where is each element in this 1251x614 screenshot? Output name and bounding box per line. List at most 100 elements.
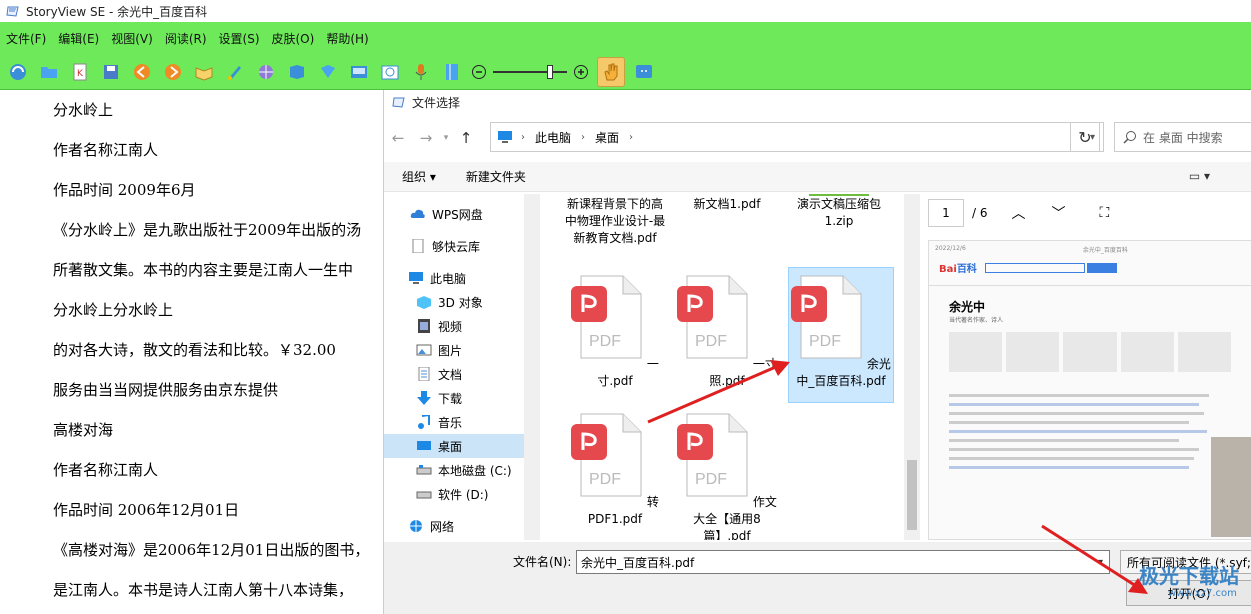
nav-scrollbar[interactable]: [524, 194, 540, 540]
preview-pane: 1 / 6 ︿ ﹀ ⛶ 2022/12/6 余光中_百度百科 Bai百科 余光中 …: [922, 194, 1251, 540]
menu-edit[interactable]: 编辑(E): [58, 30, 99, 47]
pdf-file-icon: PDF: [677, 413, 748, 497]
computer-icon: [409, 272, 423, 284]
fullscreen-icon[interactable]: [347, 60, 371, 84]
doc-line: 高楼对海: [53, 421, 114, 439]
pdf-file-icon: PDF: [571, 275, 642, 359]
menu-file[interactable]: 文件(F): [6, 30, 46, 47]
document-text-area[interactable]: 分水岭上 作者名称江南人 作品时间 2009年6月 《分水岭上》是九歌出版社于2…: [0, 90, 383, 614]
back-arrow-icon[interactable]: ←: [384, 129, 412, 147]
menu-help[interactable]: 帮助(H): [326, 30, 368, 47]
doc-line: 的对各大诗，散文的看法和比较。￥32.00: [53, 341, 336, 359]
file-item-selected[interactable]: PDF 余光中_百度百科.pdf: [788, 267, 894, 403]
preview-doc-header: 余光中_百度百科: [1082, 247, 1128, 254]
refresh-icon[interactable]: ↻: [1070, 122, 1100, 152]
prev-page-icon[interactable]: ︿: [1012, 203, 1026, 223]
preview-doc-date: 2022/12/6: [935, 245, 966, 252]
zoom-out-icon[interactable]: [471, 64, 487, 80]
file-item[interactable]: PDF 转PDF1.pdf: [562, 406, 668, 528]
doc-line: 分水岭上分水岭上: [53, 301, 174, 319]
nav-item-drive-c[interactable]: 本地磁盘 (C:): [384, 458, 524, 482]
menu-bar: 文件(F) 编辑(E) 视图(V) 阅读(R) 设置(S) 皮肤(O) 帮助(H…: [0, 22, 1251, 54]
fit-page-icon[interactable]: ⛶: [1100, 205, 1110, 221]
recent-dropdown-icon[interactable]: ▾: [440, 133, 452, 143]
nav-item-wps-cloud[interactable]: WPS网盘: [384, 202, 524, 226]
column-icon[interactable]: [440, 60, 464, 84]
nav-item-this-pc[interactable]: 此电脑: [384, 266, 524, 290]
svg-text:PDF: PDF: [695, 471, 727, 488]
file-list-scrollbar[interactable]: [904, 194, 920, 540]
nav-item-3d-objects[interactable]: 3D 对象: [384, 290, 524, 314]
address-row: ← → ▾ ↑ › 此电脑 › 桌面 › ▾ ↻ 在 桌面 中搜索: [384, 122, 1251, 154]
nav-item-desktop[interactable]: 桌面: [384, 434, 524, 458]
svg-text:PDF: PDF: [589, 333, 621, 350]
file-dialog: 文件选择 ← → ▾ ↑ › 此电脑 › 桌面 › ▾ ↻ 在 桌面 中搜索 组…: [383, 90, 1251, 614]
file-item-top[interactable]: 新课程背景下的高中物理作业设计-最新教育文档.pdf: [562, 196, 668, 247]
zoom-slider[interactable]: [493, 64, 567, 79]
nav-item-videos[interactable]: 视频: [384, 314, 524, 338]
file-item[interactable]: PDF 作文大全【通用8篇】.pdf: [674, 406, 780, 540]
bookmark-add-icon[interactable]: [285, 60, 309, 84]
bookmarks-icon[interactable]: [316, 60, 340, 84]
recycle-icon[interactable]: [6, 60, 30, 84]
globe-icon[interactable]: [254, 60, 278, 84]
zoom-in-icon[interactable]: [573, 64, 589, 80]
title-bar: StoryView SE - 余光中_百度百科: [0, 0, 1251, 22]
book-icon[interactable]: [192, 60, 216, 84]
nav-item-documents[interactable]: 文档: [384, 362, 524, 386]
nav-item-music[interactable]: 音乐: [384, 410, 524, 434]
bookmark-icon[interactable]: K: [68, 60, 92, 84]
watermark-logo: 极光下载站: [1139, 564, 1239, 588]
nav-item-drive-d[interactable]: 软件 (D:): [384, 482, 524, 506]
preview-doc-subtitle: 当代著名作家、诗人: [949, 317, 1004, 324]
nav-item-label: WPS网盘: [432, 207, 483, 222]
nav-item-label: 够快云库: [432, 239, 481, 254]
address-bar[interactable]: › 此电脑 › 桌面 › ▾: [490, 122, 1104, 152]
forward-arrow-icon[interactable]: →: [412, 129, 440, 147]
app-logo-icon: [6, 6, 19, 17]
microphone-icon[interactable]: [409, 60, 433, 84]
filename-value: 余光中_百度百科.pdf: [581, 555, 695, 570]
doc-line: 是江南人。本书是诗人江南人第十八本诗集，: [53, 581, 354, 599]
back-icon[interactable]: [130, 60, 154, 84]
file-item[interactable]: PDF 一寸.pdf: [562, 268, 668, 390]
menu-settings[interactable]: 设置(S): [219, 30, 260, 47]
new-folder-button[interactable]: 新建文件夹: [466, 168, 526, 185]
filename-dropdown-icon[interactable]: ▾: [1098, 557, 1103, 568]
dialog-title: 文件选择: [412, 95, 461, 110]
organize-button[interactable]: 组织 ▾: [402, 168, 436, 185]
nav-item-network[interactable]: 网络: [384, 514, 524, 538]
zoom-slider-thumb[interactable]: [547, 64, 553, 79]
breadcrumb-this-pc[interactable]: 此电脑: [535, 129, 571, 146]
command-bar: 组织 ▾ 新建文件夹 ▭ ▾: [384, 162, 1251, 192]
open-folder-icon[interactable]: [37, 60, 61, 84]
scrollbar-thumb[interactable]: [907, 460, 917, 530]
nav-item-downloads[interactable]: 下载: [384, 386, 524, 410]
doc-line: 作者名称江南人: [53, 141, 159, 159]
search-input[interactable]: 在 桌面 中搜索: [1114, 122, 1251, 152]
filename-input[interactable]: 余光中_百度百科.pdf ▾: [576, 550, 1110, 574]
monitor-icon: [498, 131, 512, 143]
file-item[interactable]: PDF 一寸照.pdf: [674, 268, 780, 390]
hand-tool-icon[interactable]: [597, 56, 625, 87]
file-item-top[interactable]: 演示文稿压缩包1.zip: [786, 194, 892, 230]
mac-icon[interactable]: [632, 60, 656, 84]
nav-item-pictures[interactable]: 图片: [384, 338, 524, 362]
brush-icon[interactable]: [223, 60, 247, 84]
next-page-icon[interactable]: ﹀: [1052, 203, 1066, 223]
menu-read[interactable]: 阅读(R): [165, 30, 207, 47]
view-options-icon[interactable]: ▭ ▾: [1189, 169, 1210, 183]
nav-item-label: 软件 (D:): [438, 487, 489, 502]
breadcrumb-desktop[interactable]: 桌面: [595, 129, 619, 146]
zip-icon: [809, 194, 869, 196]
screenshot-icon[interactable]: [378, 60, 402, 84]
doc-line: 分水岭上: [53, 101, 114, 119]
menu-view[interactable]: 视图(V): [111, 30, 153, 47]
page-number-input[interactable]: 1: [928, 199, 964, 227]
save-icon[interactable]: [99, 60, 123, 84]
forward-icon[interactable]: [161, 60, 185, 84]
file-item-top[interactable]: 新文档1.pdf: [674, 196, 780, 213]
up-arrow-icon[interactable]: ↑: [452, 129, 480, 147]
nav-item-gokuai[interactable]: 够快云库: [384, 234, 524, 258]
menu-skin[interactable]: 皮肤(O): [272, 30, 315, 47]
